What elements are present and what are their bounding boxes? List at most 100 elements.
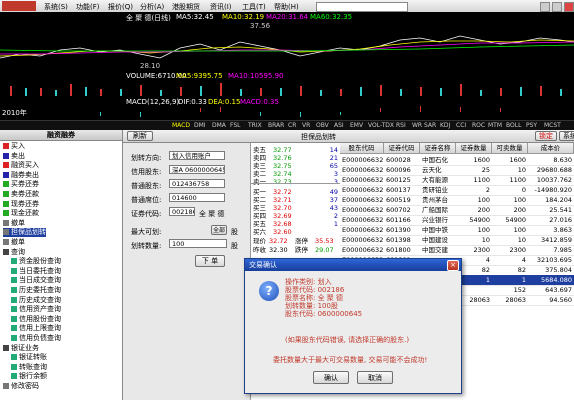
dialog-close-button[interactable]: × [447,260,459,271]
indicator-tab[interactable]: VR [302,122,310,129]
quote-row[interactable]: 卖四 32.76 21 [251,154,341,162]
indicator-tab[interactable]: CCI [456,122,466,129]
search-input[interactable] [316,2,408,12]
tree-item[interactable]: 担保品划转 [3,228,46,238]
indicator-tab[interactable]: SAR [424,122,436,129]
tree-item[interactable]: 信用股份查询 [11,315,61,324]
menu-analysis[interactable]: 分析(A) [140,2,164,12]
submit-button[interactable]: 下 单 [195,255,225,267]
indicator-tab[interactable]: ROC [472,122,485,129]
code-input[interactable]: 002186 [169,207,195,216]
quote-row[interactable]: 买四 32.69 2 [251,212,341,220]
minimize-button[interactable] [540,2,550,12]
tree-item[interactable]: 撤单 [3,219,25,228]
indicator-tab[interactable]: MTM [488,122,502,129]
tree-item[interactable]: 现金还款 [3,209,39,218]
tree-item[interactable]: 信用负债查询 [11,334,61,343]
indicator-tab[interactable]: WR [412,122,422,129]
tree-folder[interactable]: 查询 [3,248,25,257]
indicator-tab[interactable]: RSI [396,122,406,129]
item-icon [3,239,9,245]
tree-item[interactable]: 融券卖出 [3,171,39,180]
menu-help[interactable]: 帮助(H) [274,2,299,12]
tree-item[interactable]: 资金股份查询 [11,257,61,266]
cancel-button[interactable]: 取消 [357,371,393,384]
indicator-tab[interactable]: EMV [350,122,363,129]
menu-quote[interactable]: 报价(Q) [108,2,133,12]
quote-volume: 65 [329,162,338,170]
tree-item[interactable]: 银行余额 [11,372,47,381]
tree-folder[interactable]: 银证业务 [3,344,39,353]
indicator-tab[interactable]: FSL [230,122,241,129]
tree-item[interactable]: 卖出 [3,152,25,161]
quote-row[interactable]: 卖二 32.74 3 [251,170,341,178]
tree-item[interactable]: 现券还券 [3,200,39,209]
indicator-tab[interactable]: VOL-TDX [368,122,394,129]
refresh-button[interactable]: 刷新 [127,131,153,141]
table-cell: 中国中铁 [422,226,448,234]
menu-info[interactable]: 资讯(I) [210,2,232,12]
col-header[interactable]: 股东代码 [340,143,384,154]
close-app-button[interactable] [564,2,574,12]
quote-row[interactable]: 卖三 32.75 65 [251,162,341,170]
tree-item[interactable]: 买券还券 [3,180,39,189]
direction-select[interactable]: 划入信用账户 [169,151,225,160]
indicator-tab[interactable]: BRAR [268,122,284,129]
tree-item[interactable]: 当日成交查询 [11,276,61,285]
col-header[interactable]: 证券代码 [384,143,420,154]
tree-item[interactable]: 转账查询 [11,363,47,372]
indicator-tab[interactable]: DMI [194,122,206,129]
col-header[interactable]: 证券数量 [456,143,492,154]
all-button[interactable]: 全部 [211,225,227,235]
tree-item[interactable]: 卖券还款 [3,190,39,199]
tree-item[interactable]: 融资买入 [3,161,39,170]
indicator-tab[interactable]: PSY [526,122,537,129]
credit-account-select[interactable]: 深A 0600000645 [169,165,225,174]
kline-chart[interactable]: 全 聚 德(日线) MA5:32.45 MA10:32.19 MA20:31.6… [0,12,574,130]
menu-hk-futures[interactable]: 港股期货 [172,2,200,12]
menu-system[interactable]: 系统(S) [44,2,68,12]
table-cell: 云天化 [422,166,442,174]
tree-item[interactable]: 撤单 [3,238,25,247]
col-header[interactable]: 证券名称 [420,143,456,154]
quote-row[interactable]: 买三 32.70 43 [251,204,341,212]
menu-function[interactable]: 功能(F) [76,2,100,12]
indicator-tab[interactable]: MACD [172,122,190,129]
indicator-tab[interactable]: OBV [316,122,329,129]
tree-item[interactable]: 信用资产查询 [11,305,61,314]
lock-button[interactable]: 锁定 [535,131,557,141]
tree-item[interactable]: 历史委托查询 [11,286,61,295]
indicator-tab[interactable]: CR [288,122,296,129]
indicator-tab[interactable]: ASI [334,122,344,129]
table-cell: 25 [481,166,490,174]
maximize-button[interactable] [552,2,562,12]
indicator-tab[interactable]: MCST [544,122,561,129]
tree-item-label: 历史成交查询 [19,295,61,304]
tree-item[interactable]: 历史成交查询 [11,296,61,305]
tree-item[interactable]: 当日委托查询 [11,267,61,276]
col-header[interactable]: 可卖数量 [492,143,528,154]
indicator-tab[interactable]: KDJ [440,122,450,129]
system-button[interactable]: 系统 [559,131,574,141]
folder-icon [3,248,9,255]
normal-seat-input[interactable]: 014600 [169,193,225,202]
indicator-tab[interactable]: TRIX [248,122,262,129]
qty-input[interactable]: 100 [169,239,227,248]
tree-item[interactable]: 修改密码 [3,382,39,391]
quote-row[interactable]: 卖五 32.77 14 [251,146,341,154]
tree-item[interactable]: 信用上限查询 [11,324,61,333]
quote-row[interactable]: 买一 32.72 49 [251,188,341,196]
indicator-tab[interactable]: DMA [212,122,226,129]
quote-row[interactable]: 卖一 32.73 3 [251,178,341,186]
normal-account-select[interactable]: 012436758 [169,179,225,188]
table-cell: 54900 [469,216,490,224]
tree-item[interactable]: 买入 [3,142,25,151]
menu-tools[interactable]: 工具(T) [242,2,266,12]
confirm-button[interactable]: 确认 [313,371,349,384]
quote-row[interactable]: 买五 32.68 1 [251,220,341,228]
col-header[interactable]: 成本价 [528,143,574,154]
quote-row[interactable]: 买二 32.71 37 [251,196,341,204]
quote-row[interactable]: 买六 32.60 [251,228,341,236]
indicator-tab[interactable]: BOLL [506,122,521,129]
tree-item[interactable]: 银证转账 [11,353,47,362]
